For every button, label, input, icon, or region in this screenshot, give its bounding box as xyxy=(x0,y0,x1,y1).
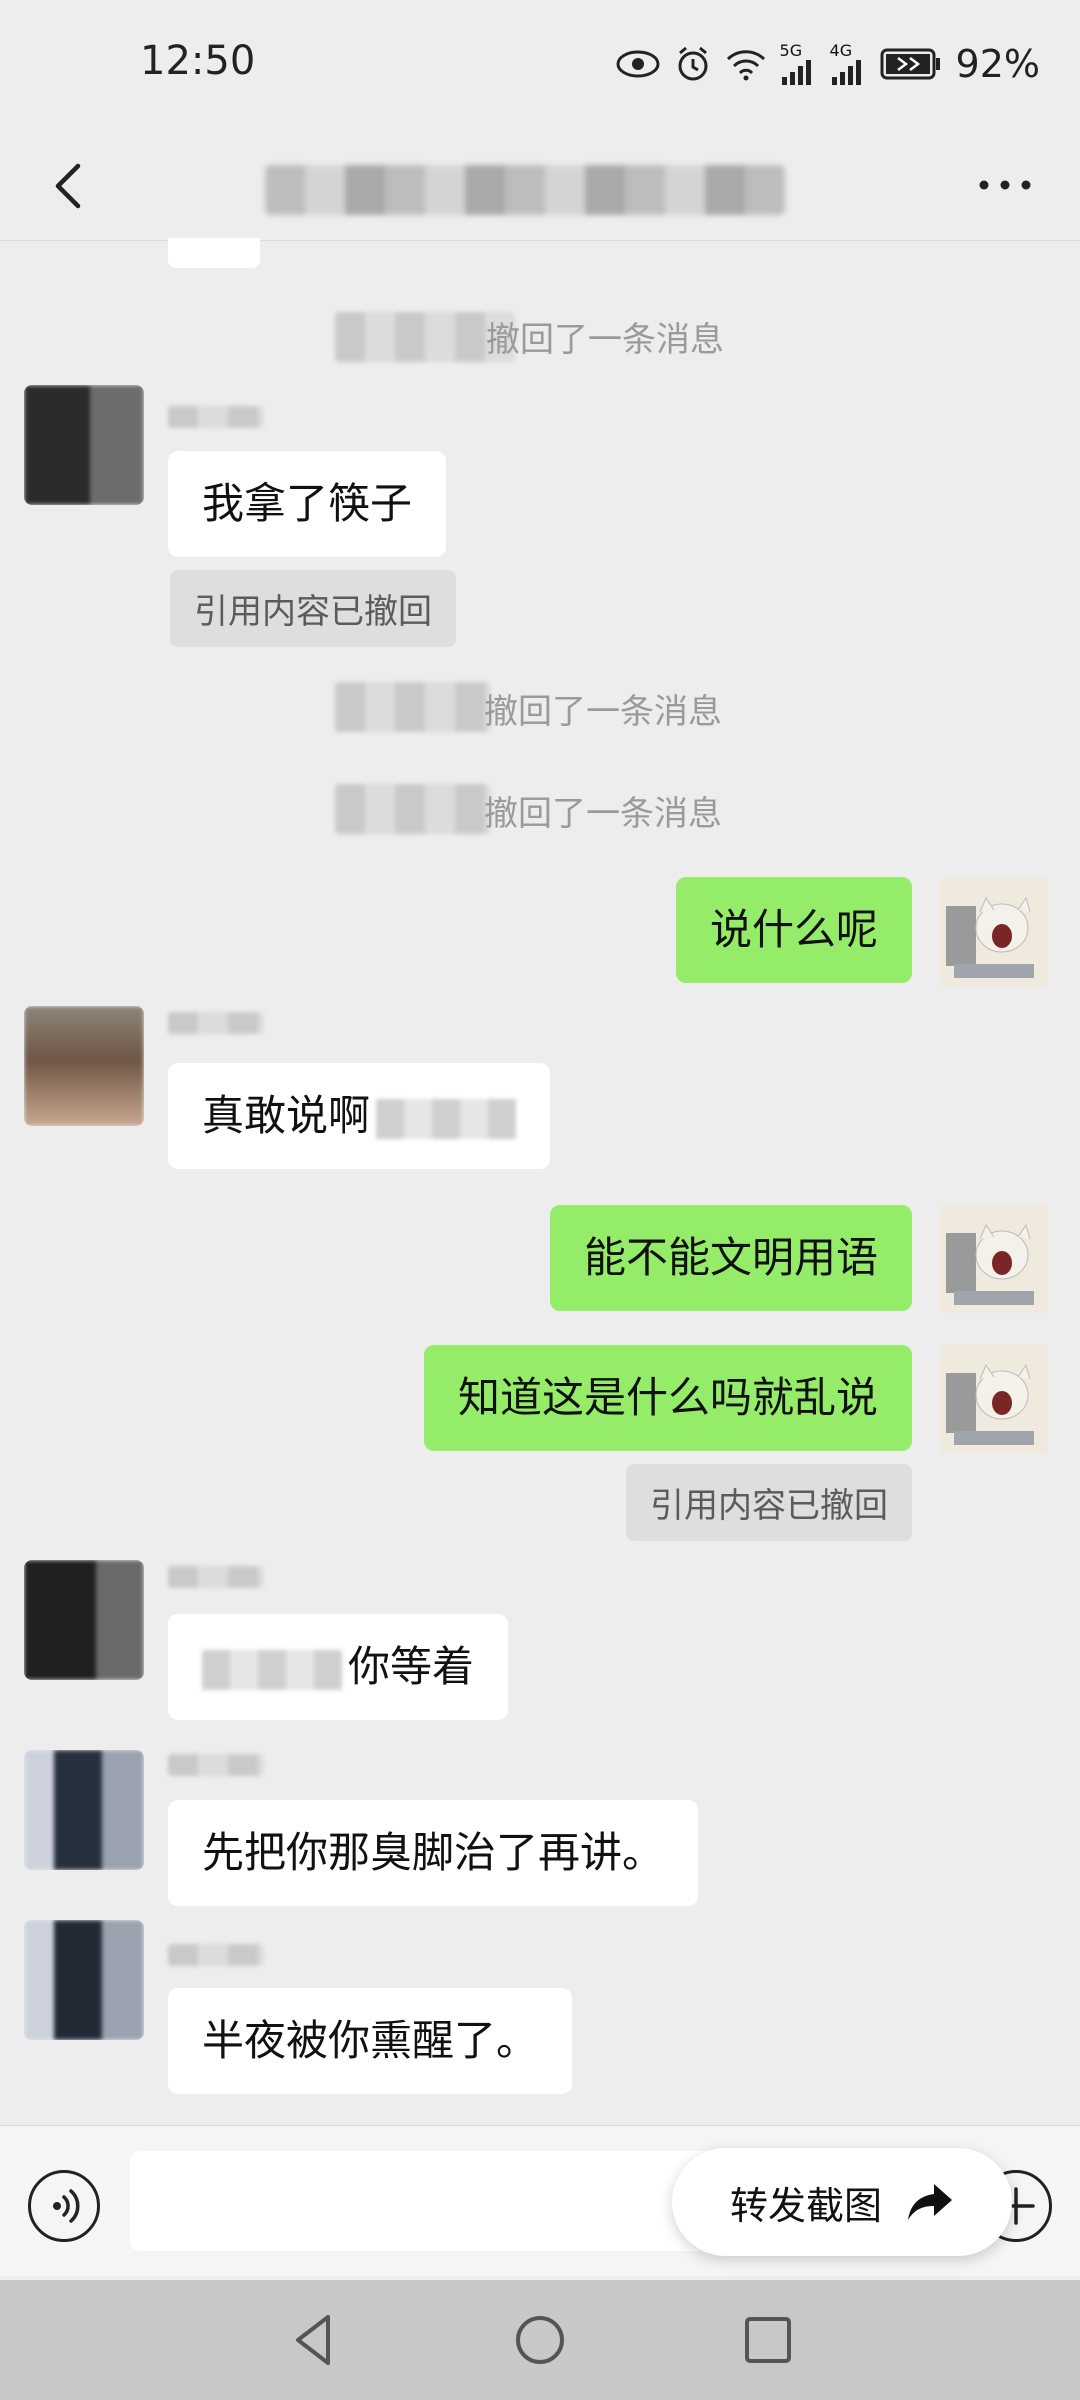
message-text: 你等着 xyxy=(348,1642,475,1691)
share-arrow-icon xyxy=(908,2184,952,2220)
avatar[interactable] xyxy=(24,385,144,505)
status-icons: 5G 4G 92% xyxy=(616,38,1040,90)
message-bubble[interactable]: 我拿了筷子 xyxy=(168,451,447,557)
system-message-recall: 撤回了一条消息 xyxy=(484,692,722,732)
message-bubble-outgoing[interactable]: 能不能文明用语 xyxy=(549,1205,912,1311)
message-bubble-outgoing[interactable]: 说什么呢 xyxy=(675,877,912,983)
nav-home-button[interactable] xyxy=(505,2305,575,2375)
message-bubble-outgoing[interactable]: 知道这是什么吗就乱说 xyxy=(423,1345,912,1451)
cat-avatar-image xyxy=(940,1345,1048,1453)
sender-name xyxy=(168,406,264,428)
message-bubble[interactable]: 先把你那臭脚治了再讲。 xyxy=(168,1800,699,1906)
more-button[interactable] xyxy=(970,160,1040,210)
system-message-recall: 撤回了一条消息 xyxy=(486,320,724,360)
avatar[interactable] xyxy=(24,1560,144,1680)
status-time: 12:50 xyxy=(140,38,256,84)
battery-percentage: 92% xyxy=(955,42,1040,86)
eye-icon xyxy=(616,49,660,79)
triangle-back-icon xyxy=(296,2315,330,2365)
self-avatar[interactable] xyxy=(940,1205,1048,1313)
forward-screenshot-button[interactable]: 转发截图 xyxy=(672,2148,1012,2256)
avatar[interactable] xyxy=(24,1006,144,1126)
quoted-content[interactable]: 引用内容已撤回 xyxy=(170,570,456,647)
redacted-name xyxy=(335,682,491,732)
avatar-image xyxy=(24,385,144,505)
sender-name xyxy=(168,1754,264,1776)
avatar-image xyxy=(24,1920,144,2040)
self-avatar[interactable] xyxy=(940,878,1048,986)
avatar[interactable] xyxy=(24,1920,144,2040)
chevron-left-icon xyxy=(55,163,81,209)
message-text: 真敢说啊 xyxy=(202,1091,371,1140)
chat-title xyxy=(265,165,785,215)
signal-4g-icon: 4G xyxy=(830,43,866,85)
system-nav-bar xyxy=(0,2280,1080,2400)
nav-recents-button[interactable] xyxy=(733,2305,803,2375)
voice-icon xyxy=(53,2189,80,2223)
message-bubble[interactable]: 半夜被你熏醒了。 xyxy=(168,1988,573,2094)
sender-name xyxy=(168,1566,264,1588)
cat-avatar-image xyxy=(940,1205,1048,1313)
more-horizontal-icon xyxy=(979,180,1031,190)
system-message-recall: 撤回了一条消息 xyxy=(484,794,722,834)
message-bubble[interactable]: 你等着 xyxy=(168,1614,509,1720)
sender-name xyxy=(168,1012,264,1034)
signal-5g-icon: 5G xyxy=(780,43,816,85)
cat-avatar-image xyxy=(940,878,1048,986)
sender-name xyxy=(168,1944,264,1966)
wifi-icon xyxy=(726,47,766,81)
redacted-name xyxy=(335,784,491,834)
quoted-content[interactable]: 引用内容已撤回 xyxy=(626,1464,912,1541)
back-button[interactable] xyxy=(36,150,106,220)
message-bubble[interactable]: 真敢说啊 xyxy=(168,1063,551,1169)
avatar-image xyxy=(24,1006,144,1126)
status-bar: 12:50 5G 4G 92% xyxy=(0,0,1080,130)
redacted-text xyxy=(376,1098,517,1139)
avatar-image xyxy=(24,1750,144,1870)
forward-screenshot-label: 转发截图 xyxy=(729,2183,882,2228)
voice-button[interactable] xyxy=(28,2170,100,2242)
circle-home-icon xyxy=(516,2316,564,2364)
battery-icon xyxy=(880,48,942,80)
alarm-icon xyxy=(674,45,712,83)
avatar[interactable] xyxy=(24,1750,144,1870)
redacted-text xyxy=(202,1649,342,1690)
chat-header xyxy=(0,130,1080,241)
nav-back-button[interactable] xyxy=(280,2305,350,2375)
square-recents-icon xyxy=(745,2317,791,2363)
self-avatar[interactable] xyxy=(940,1345,1048,1453)
partial-message-bubble xyxy=(168,238,260,268)
avatar-image xyxy=(24,1560,144,1680)
